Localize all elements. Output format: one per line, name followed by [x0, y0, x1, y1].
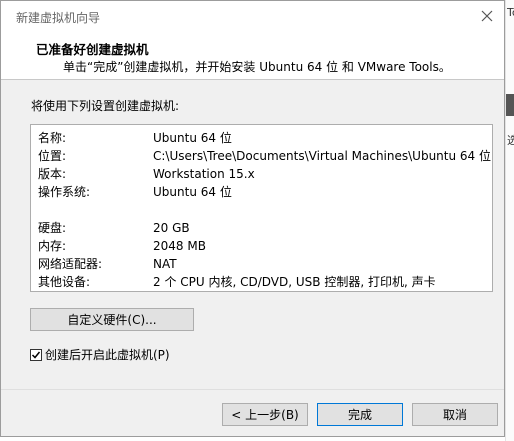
settings-label: 网络适配器: — [38, 257, 103, 271]
header-title: 已准备好创建虚拟机 — [36, 42, 149, 57]
settings-label: 其他设备: — [38, 275, 91, 289]
settings-value: 2 个 CPU 内核, CD/DVD, USB 控制器, 打印机, 声卡 — [153, 275, 436, 289]
close-button[interactable] — [476, 5, 498, 27]
settings-value: Workstation 15.x — [153, 167, 255, 181]
back-button[interactable]: < 上一步(B) — [222, 403, 308, 426]
settings-value: NAT — [153, 257, 177, 271]
footer-separator — [1, 389, 504, 390]
power-on-checkbox-row[interactable]: 创建后开启此虚拟机(P) — [30, 346, 170, 363]
settings-label: 版本: — [38, 167, 67, 181]
window-title: 新建虚拟机向导 — [16, 11, 101, 25]
finish-button[interactable]: 完成 — [317, 403, 403, 426]
settings-summary-box: 名称: Ubuntu 64 位 位置: C:\Users\Tree\Docume… — [30, 124, 493, 292]
settings-value: C:\Users\Tree\Documents\Virtual Machines… — [153, 149, 491, 163]
title-bar: 新建虚拟机向导 — [1, 1, 504, 31]
settings-label: 名称: — [38, 131, 67, 145]
cancel-button[interactable]: 取消 — [412, 403, 498, 426]
background-window-edge — [505, 0, 514, 441]
settings-value: Ubuntu 64 位 — [153, 185, 232, 199]
customize-hardware-button[interactable]: 自定义硬件(C)... — [30, 308, 194, 331]
power-on-checkbox[interactable] — [30, 348, 42, 361]
settings-label: 硬盘: — [38, 221, 67, 235]
background-text-fragment: 选 — [507, 134, 514, 147]
checkmark-icon — [31, 351, 41, 359]
background-text-fragment: Tc — [507, 6, 514, 19]
settings-label: 操作系统: — [38, 185, 91, 199]
settings-value: 20 GB — [153, 221, 190, 235]
header-subtitle: 单击“完成”创建虚拟机，并开始安装 Ubuntu 64 位 和 VMware T… — [63, 60, 451, 74]
power-on-label: 创建后开启此虚拟机(P) — [45, 348, 170, 362]
settings-label: 位置: — [38, 149, 67, 163]
settings-description: 将使用下列设置创建虚拟机: — [31, 99, 180, 113]
wizard-header: 已准备好创建虚拟机 单击“完成”创建虚拟机，并开始安装 Ubuntu 64 位 … — [1, 31, 504, 80]
settings-value: 2048 MB — [153, 239, 206, 253]
settings-label: 内存: — [38, 239, 67, 253]
close-icon — [481, 10, 493, 22]
background-scrollbar-thumb — [506, 94, 514, 116]
settings-value: Ubuntu 64 位 — [153, 131, 232, 145]
new-vm-wizard-dialog: 新建虚拟机向导 已准备好创建虚拟机 单击“完成”创建虚拟机，并开始安装 Ubun… — [0, 0, 505, 437]
